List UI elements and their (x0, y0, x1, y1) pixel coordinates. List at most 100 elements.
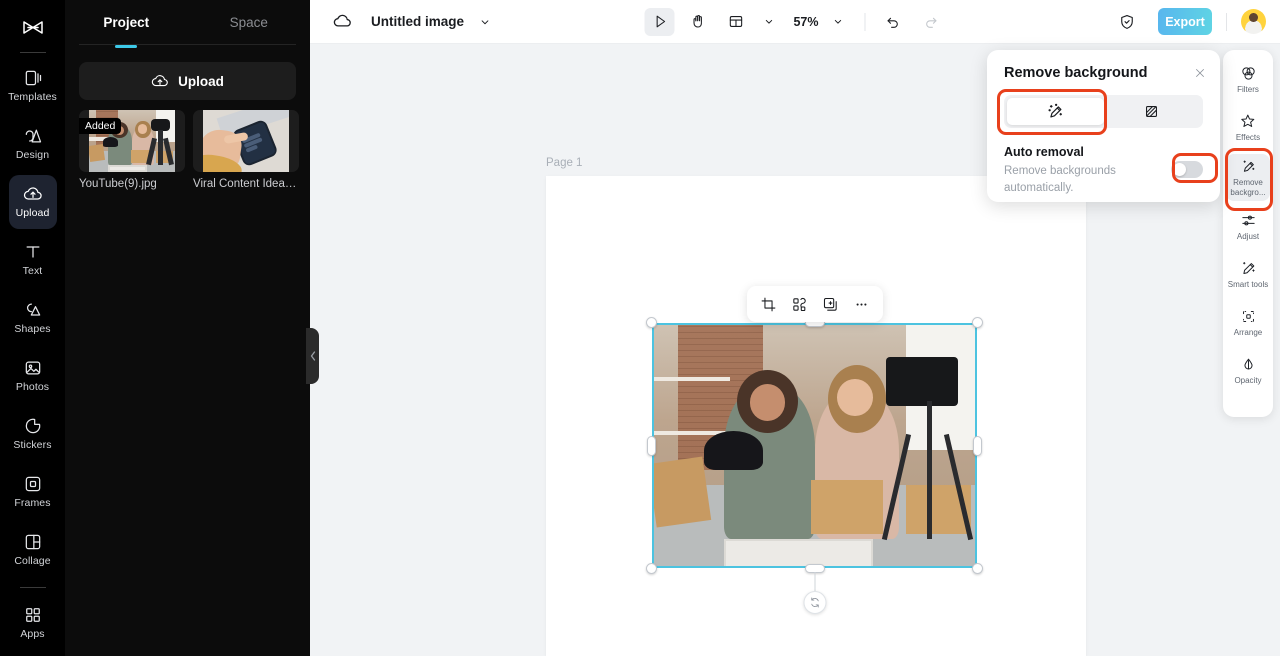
magic-brush-icon[interactable] (1007, 98, 1104, 125)
sidebar-item-design[interactable]: Design (9, 117, 57, 171)
tool-label: Opacity (1234, 376, 1262, 386)
asset-thumbnail[interactable]: Added (79, 110, 185, 172)
tool-smart-tools[interactable]: Smart tools (1226, 253, 1270, 297)
tool-label: Arrange (1233, 328, 1263, 338)
top-toolbar: Untitled image 57% Export (310, 0, 1280, 44)
tool-adjust[interactable]: Adjust (1226, 205, 1270, 249)
left-rail: Templates Design Upload Text Shapes Phot… (0, 0, 65, 656)
toolbar-divider-2 (1226, 12, 1227, 31)
asset-filename: YouTube(9).jpg (79, 178, 157, 190)
sidebar-item-collage[interactable]: Collage (9, 523, 57, 577)
list-item[interactable]: Added YouTube(9).jpg (79, 110, 185, 190)
status-badge: Added (79, 118, 122, 134)
panel-title: Remove background (1004, 65, 1148, 81)
capcut-logo-icon[interactable] (9, 8, 57, 48)
rotate-icon[interactable] (803, 591, 826, 614)
resize-handle-bottom-right[interactable] (972, 563, 983, 574)
toolbar-divider (864, 12, 866, 31)
checker-square-icon[interactable] (1104, 98, 1201, 125)
asset-image (203, 110, 289, 172)
sidebar-item-label: Frames (14, 497, 51, 510)
tab-project[interactable]: Project (65, 0, 188, 44)
undo-icon[interactable] (878, 8, 908, 36)
tool-label: Filters (1237, 85, 1259, 95)
remove-background-panel: Remove background Auto removal Remove ba… (987, 50, 1220, 202)
assets-panel: Project Space Upload Added YouTube(9).jp… (65, 0, 310, 656)
sidebar-item-label: Upload (15, 207, 50, 220)
zoom-level-value[interactable]: 57% (793, 15, 818, 29)
cursor-arrow-icon[interactable] (644, 7, 675, 36)
auto-removal-toggle[interactable] (1171, 161, 1203, 178)
asset-filename: Viral Content Ideas(3... (193, 178, 299, 190)
tab-label: Project (103, 14, 150, 30)
crop-icon[interactable] (756, 291, 782, 317)
resize-handle-bottom-left[interactable] (646, 563, 657, 574)
close-icon[interactable] (1193, 66, 1207, 85)
panel-collapse-handle[interactable] (306, 328, 319, 384)
top-toolbar-right: Export (1112, 8, 1280, 36)
sidebar-item-label: Shapes (14, 323, 51, 336)
duplicate-plus-icon[interactable] (818, 291, 844, 317)
upload-button[interactable]: Upload (79, 62, 296, 100)
chevron-left-icon (310, 351, 315, 361)
resize-handle-right[interactable] (973, 435, 982, 456)
export-button-label: Export (1165, 14, 1205, 29)
hand-icon[interactable] (682, 8, 712, 36)
redo-icon[interactable] (916, 8, 946, 36)
tool-filters[interactable]: Filters (1226, 58, 1270, 102)
auto-removal-description: Remove backgrounds automatically. (1004, 165, 1116, 194)
avatar[interactable] (1241, 9, 1266, 34)
sidebar-item-photos[interactable]: Photos (9, 349, 57, 403)
cloud-sync-icon[interactable] (332, 11, 353, 32)
sidebar-item-templates[interactable]: Templates (8, 59, 57, 113)
rail-divider-2 (19, 587, 46, 588)
sidebar-item-stickers[interactable]: Stickers (9, 407, 57, 461)
sidebar-item-text[interactable]: Text (9, 233, 57, 287)
sidebar-item-upload[interactable]: Upload (8, 175, 57, 229)
tool-arrange[interactable]: Arrange (1226, 301, 1270, 345)
rotate-handle-stem (814, 572, 815, 592)
sidebar-item-label: Templates (8, 91, 57, 104)
sidebar-item-shapes[interactable]: Shapes (9, 291, 57, 345)
more-horizontal-icon[interactable] (849, 291, 875, 317)
tool-effects[interactable]: Effects (1226, 106, 1270, 150)
capcut-editor-window: Templates Design Upload Text Shapes Phot… (0, 0, 1280, 656)
list-item[interactable]: Viral Content Ideas(3... (193, 110, 299, 190)
zoom-caret-icon[interactable] (823, 8, 853, 36)
object-floating-toolbar (747, 286, 883, 322)
auto-removal-label: Auto removal (1004, 145, 1084, 159)
cutout-icon[interactable] (787, 291, 813, 317)
tab-space[interactable]: Space (188, 0, 311, 44)
sidebar-item-label: Apps (20, 628, 45, 641)
upload-button-label: Upload (178, 73, 224, 89)
export-button[interactable]: Export (1158, 8, 1212, 35)
top-toolbar-center: 57% (644, 7, 946, 36)
resize-handle-top-right[interactable] (972, 317, 983, 328)
tool-label: Remove backgro... (1230, 178, 1266, 197)
sidebar-item-label: Stickers (13, 439, 52, 452)
layout-panel-icon[interactable] (720, 8, 750, 36)
tool-remove-background[interactable]: Remove backgro... (1226, 154, 1270, 202)
sidebar-item-label: Photos (15, 381, 50, 394)
asset-thumbnail[interactable] (193, 110, 299, 172)
sidebar-item-label: Collage (14, 555, 51, 568)
chevron-down-icon[interactable] (478, 15, 492, 29)
shield-check-icon[interactable] (1112, 8, 1142, 36)
document-title[interactable]: Untitled image (371, 14, 464, 29)
sidebar-item-apps[interactable]: Apps (9, 596, 57, 650)
resize-handle-top-left[interactable] (646, 317, 657, 328)
rail-divider (19, 52, 46, 53)
page-label: Page 1 (546, 157, 583, 169)
resize-handle-left[interactable] (647, 435, 656, 456)
right-toolbar: Filters Effects Remove backgro... Adjust… (1223, 50, 1273, 417)
tool-opacity[interactable]: Opacity (1226, 349, 1270, 393)
mode-segmented-control (1004, 95, 1203, 128)
selected-image-content (652, 323, 977, 568)
tool-label: Adjust (1236, 232, 1260, 242)
selected-image-object[interactable] (646, 317, 983, 614)
asset-thumbnail-grid: Added YouTube(9).jpg Viral Content Ideas… (79, 110, 299, 190)
sidebar-item-frames[interactable]: Frames (9, 465, 57, 519)
layout-caret-icon[interactable] (753, 8, 783, 36)
panel-tab-rule (79, 44, 296, 45)
tool-label: Effects (1235, 133, 1261, 143)
